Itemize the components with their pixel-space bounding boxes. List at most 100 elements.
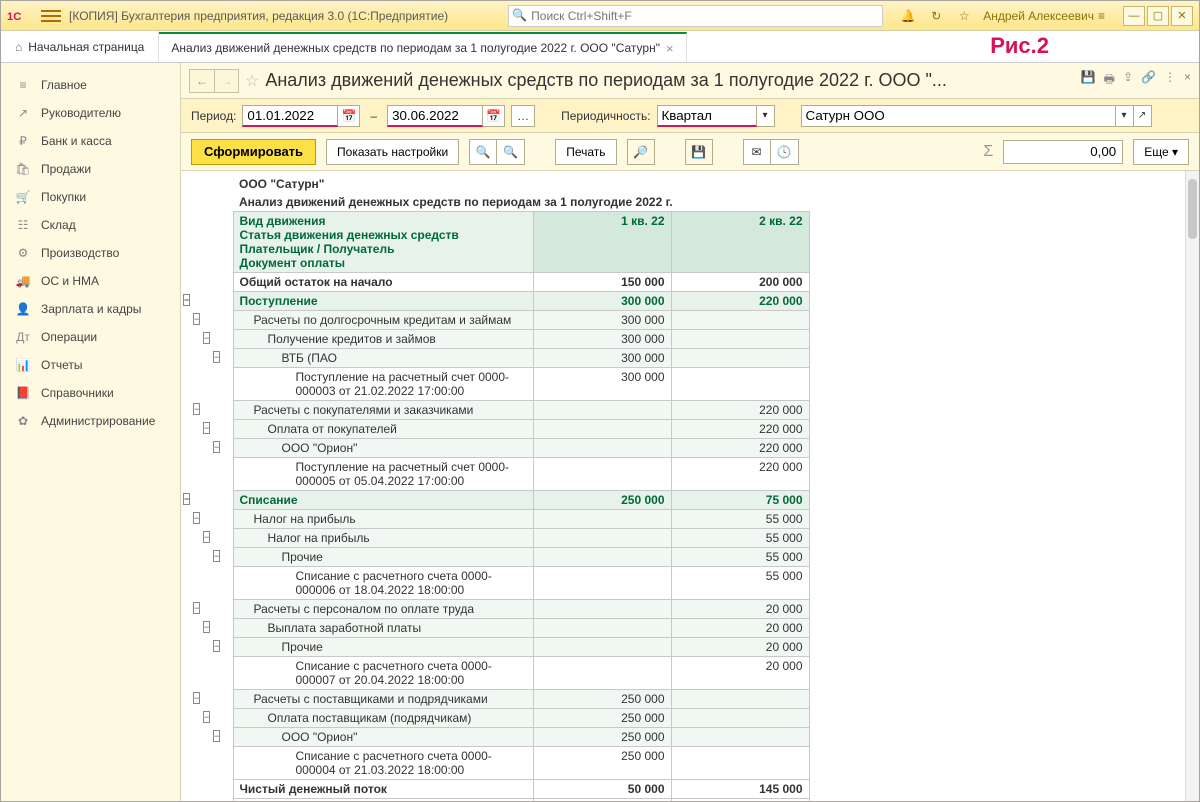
sidebar-item-0[interactable]: ≡Главное (1, 71, 180, 99)
home-icon: ⌂ (15, 40, 22, 54)
sidebar-icon: ₽ (15, 134, 31, 148)
generate-button[interactable]: Сформировать (191, 139, 316, 165)
minimize-button[interactable]: — (1123, 6, 1145, 26)
periodicity-select[interactable]: ▾ (657, 105, 775, 127)
tree-toggle[interactable]: − (193, 403, 200, 415)
sidebar-icon: 🛒 (15, 190, 31, 204)
tab-close-icon[interactable]: × (666, 41, 674, 56)
tree-toggle[interactable]: − (203, 531, 210, 543)
tree-toggle[interactable]: − (183, 493, 190, 505)
tree-toggle[interactable]: − (213, 441, 220, 453)
sidebar-item-9[interactable]: ДтОперации (1, 323, 180, 351)
date-to-input[interactable] (387, 105, 483, 127)
tree-toggle[interactable]: − (193, 512, 200, 524)
organization-input[interactable] (801, 105, 1116, 127)
table-row: −Списание250 00075 000 (183, 491, 809, 510)
sidebar-icon: 📕 (15, 386, 31, 400)
sidebar-item-7[interactable]: 🚚ОС и НМА (1, 267, 180, 295)
nav-forward-button[interactable]: → (214, 70, 238, 92)
export-icon[interactable]: ⇪ (1123, 70, 1133, 91)
table-row: −Оплата от покупателей220 000 (183, 420, 809, 439)
table-row: −Получение кредитов и займов300 000 (183, 330, 809, 349)
report-scroll[interactable]: ООО "Сатурн"Анализ движений денежных сре… (181, 175, 1199, 801)
active-tab[interactable]: Анализ движений денежных средств по пери… (159, 32, 686, 62)
tree-toggle[interactable]: − (183, 294, 190, 306)
bell-icon[interactable]: 🔔 (899, 7, 917, 25)
close-button[interactable]: ✕ (1171, 6, 1193, 26)
sidebar-item-8[interactable]: 👤Зарплата и кадры (1, 295, 180, 323)
window-buttons: — ▢ ✕ (1123, 6, 1193, 26)
date-from-calendar-icon[interactable]: 📅 (338, 105, 360, 127)
sidebar-item-12[interactable]: ✿Администрирование (1, 407, 180, 435)
date-to-calendar-icon[interactable]: 📅 (483, 105, 505, 127)
search-input[interactable] (508, 5, 883, 27)
organization-dropdown-icon[interactable]: ▾ (1116, 105, 1134, 127)
tree-toggle[interactable]: − (203, 422, 210, 434)
row-desc: Поступление на расчетный счет 0000-00000… (233, 368, 533, 401)
home-tab[interactable]: ⌂ Начальная страница (1, 31, 159, 62)
date-to-field[interactable]: 📅 (387, 105, 505, 127)
tree-toggle[interactable]: − (203, 621, 210, 633)
sidebar-item-10[interactable]: 📊Отчеты (1, 351, 180, 379)
sum-input[interactable] (1003, 140, 1123, 164)
print-button[interactable]: Печать (555, 139, 616, 165)
preview-icon[interactable]: 🔎 (627, 139, 655, 165)
periodicity-dropdown-icon[interactable]: ▾ (757, 105, 775, 127)
tree-toggle[interactable]: − (203, 332, 210, 344)
find-icon[interactable]: 🔍 (469, 139, 497, 165)
vertical-scrollbar[interactable] (1185, 171, 1199, 801)
tree-toggle[interactable]: − (213, 640, 220, 652)
print-icon[interactable]: 🖶 (1104, 70, 1115, 91)
row-val1: 250 000 (533, 728, 671, 747)
mail-icon[interactable]: ✉ (743, 139, 771, 165)
row-desc: Расчеты по долгосрочным кредитам и займа… (233, 311, 533, 330)
favorite-icon[interactable]: ☆ (245, 71, 259, 91)
link-icon[interactable]: 🔗 (1141, 70, 1156, 91)
show-settings-button[interactable]: Показать настройки (326, 139, 459, 165)
table-row: −ООО "Орион"250 000 (183, 728, 809, 747)
sidebar-item-2[interactable]: ₽Банк и касса (1, 127, 180, 155)
user-menu[interactable]: Андрей Алексеевич ≡ (983, 9, 1105, 23)
row-desc: Расчеты с покупателями и заказчиками (233, 401, 533, 420)
periodicity-input[interactable] (657, 105, 757, 127)
sidebar-item-11[interactable]: 📕Справочники (1, 379, 180, 407)
clock-icon[interactable]: 🕓 (771, 139, 799, 165)
nav-back-button[interactable]: ← (190, 70, 214, 92)
row-desc: Налог на прибыль (233, 510, 533, 529)
table-row: −Налог на прибыль55 000 (183, 529, 809, 548)
save-icon[interactable]: 💾 (1081, 70, 1096, 91)
global-search[interactable]: 🔍 (508, 5, 883, 27)
tree-toggle[interactable]: − (203, 711, 210, 723)
star-icon[interactable]: ☆ (955, 7, 973, 25)
sidebar-item-1[interactable]: ↗Руководителю (1, 99, 180, 127)
tree-toggle[interactable]: − (213, 550, 220, 562)
menu-icon[interactable] (41, 6, 61, 26)
sidebar-icon: ✿ (15, 414, 31, 428)
disk-icon[interactable]: 💾 (685, 139, 713, 165)
maximize-button[interactable]: ▢ (1147, 6, 1169, 26)
sidebar-item-5[interactable]: ☷Склад (1, 211, 180, 239)
date-from-input[interactable] (242, 105, 338, 127)
organization-select[interactable]: ▾ ↗ (801, 105, 1152, 127)
date-from-field[interactable]: 📅 (242, 105, 360, 127)
tree-toggle[interactable]: − (213, 351, 220, 363)
row-val1 (533, 567, 671, 600)
row-desc: Выплата заработной платы (233, 619, 533, 638)
tree-toggle[interactable]: − (193, 313, 200, 325)
more-button[interactable]: Еще ▾ (1133, 139, 1189, 165)
sidebar-item-label: Отчеты (41, 358, 82, 372)
tree-toggle[interactable]: − (213, 730, 220, 742)
close-panel-icon[interactable]: × (1184, 70, 1191, 91)
sidebar-item-4[interactable]: 🛒Покупки (1, 183, 180, 211)
sidebar-item-3[interactable]: 🛍Продажи (1, 155, 180, 183)
periodicity-label: Периодичность: (561, 109, 650, 123)
tree-toggle[interactable]: − (193, 602, 200, 614)
find-back-icon[interactable]: 🔍 (497, 139, 525, 165)
row-val1: 300 000 (533, 311, 671, 330)
organization-open-icon[interactable]: ↗ (1134, 105, 1152, 127)
period-picker-button[interactable]: … (511, 105, 535, 127)
history-icon[interactable]: ↻ (927, 7, 945, 25)
sidebar-item-6[interactable]: ⚙Производство (1, 239, 180, 267)
tree-toggle[interactable]: − (193, 692, 200, 704)
kebab-icon[interactable]: ⋮ (1164, 70, 1176, 91)
